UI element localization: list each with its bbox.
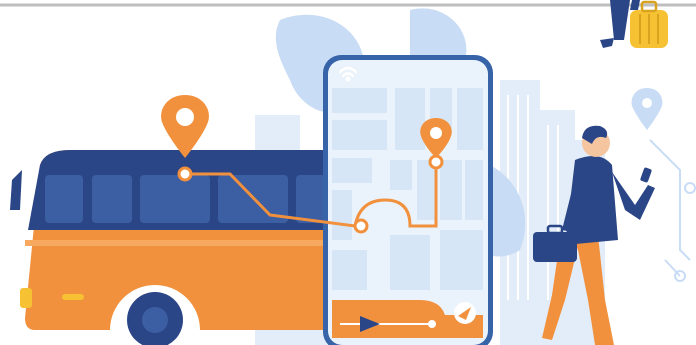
smartphone-icon [640,167,652,183]
illustration-stage [0,0,696,345]
navigation-arrow-icon [454,302,476,324]
traveler-with-suitcase [600,0,668,48]
network-decoration [649,139,696,282]
travel-illustration [0,0,696,345]
bus [10,150,345,345]
map-pin-icon [161,95,209,158]
map-pin-icon [631,88,663,130]
